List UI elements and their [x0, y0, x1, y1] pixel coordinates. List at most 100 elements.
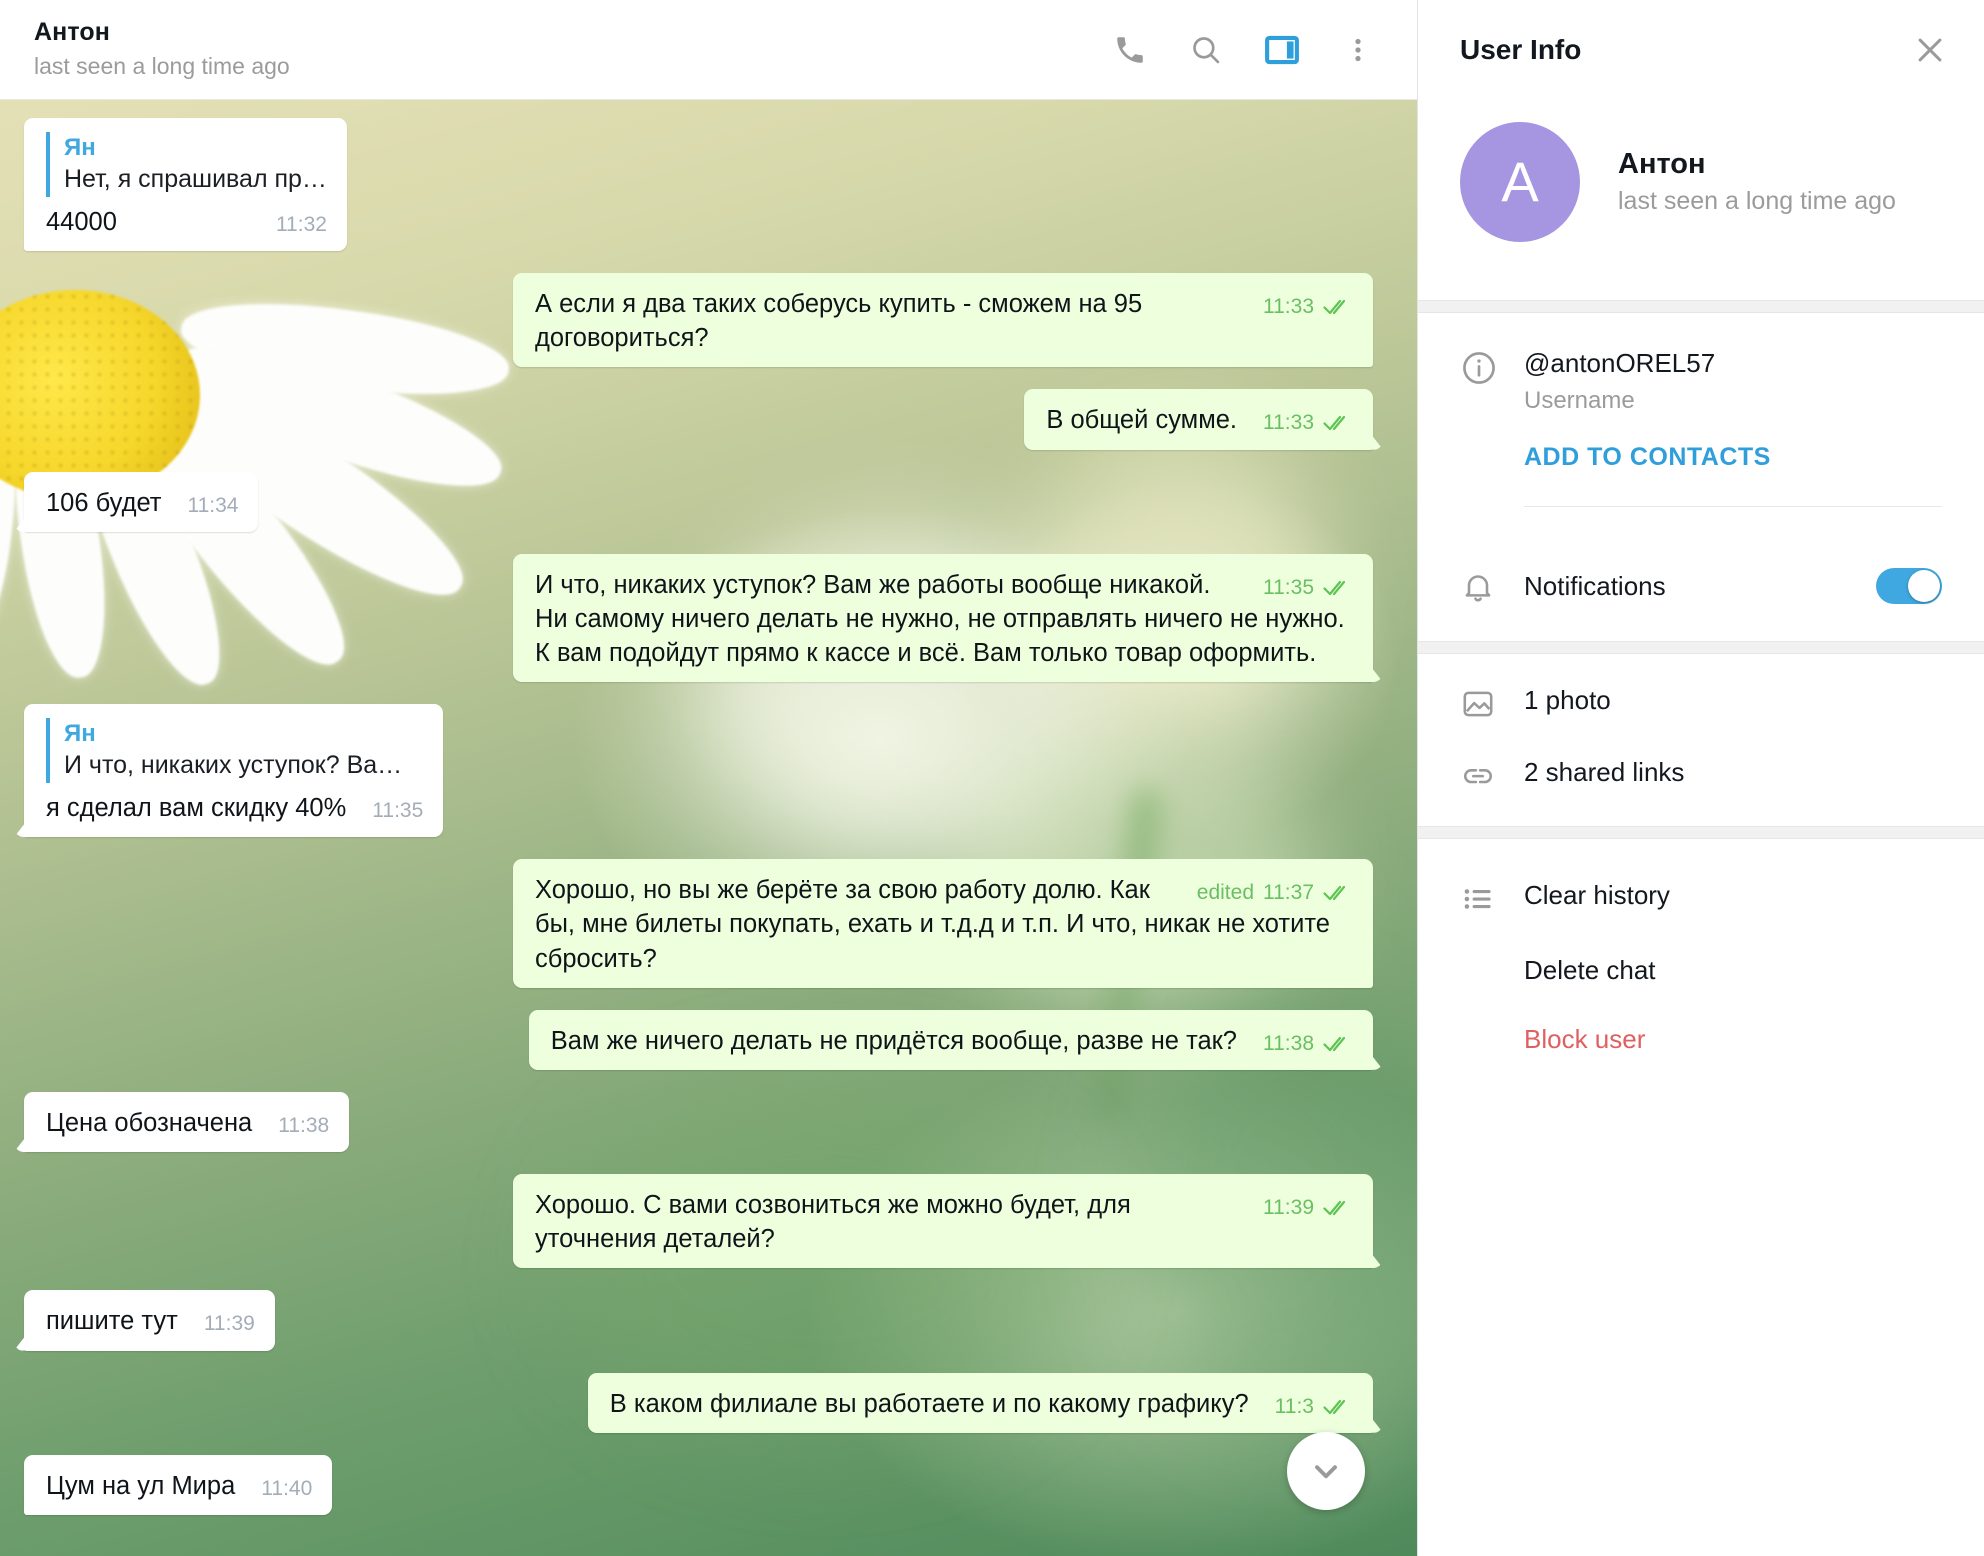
message-row[interactable]: Ян Нет, я спрашивал пр… 11:32 44000: [24, 118, 1373, 252]
photo-icon: [1460, 684, 1524, 722]
message-row[interactable]: 11:35 И что, никаких уступок? Вам же рабо…: [24, 553, 1373, 683]
message-meta: 11:3: [1275, 1393, 1353, 1421]
shared-media-section: 1 photo 2 shared links: [1418, 654, 1984, 826]
incoming-message-bubble[interactable]: 11:40 Цум на ул Мира: [24, 1454, 333, 1515]
outgoing-message-bubble[interactable]: 11:39 Хорошо. С вами созвониться же можно…: [513, 1174, 1373, 1269]
username-section: @antonOREL57 Username ADD TO CONTACTS: [1418, 313, 1984, 533]
delete-chat-button[interactable]: Delete chat: [1460, 955, 1942, 986]
incoming-message-bubble[interactable]: Ян И что, никаких уступок? Ва… 11:35 я сдел…: [24, 704, 444, 838]
panel-divider: [1418, 641, 1984, 655]
telegram-window: Антон last seen a long time ago Ян Нет, …: [0, 0, 1984, 1556]
outgoing-message-bubble[interactable]: 11:38 Вам же ничего делать не придётся во…: [528, 1009, 1373, 1070]
message-row[interactable]: 11:33 А если я два таких соберусь купить …: [24, 273, 1373, 368]
phone-icon[interactable]: [1107, 27, 1153, 73]
link-icon: [1460, 756, 1524, 794]
panel-divider: [1418, 826, 1984, 840]
reply-author: Ян: [64, 134, 96, 161]
message-row[interactable]: 11:33 В общей сумме.: [24, 389, 1373, 450]
add-to-contacts-button[interactable]: ADD TO CONTACTS: [1524, 443, 1942, 472]
message-text: А если я два таких соберусь купить - смо…: [535, 290, 1143, 353]
double-check-icon: [1323, 1035, 1353, 1053]
action-row-clear-history[interactable]: Clear history: [1460, 879, 1942, 917]
toggle-knob: [1908, 570, 1940, 603]
close-icon[interactable]: [1906, 26, 1954, 74]
message-meta: edited 11:37: [1197, 879, 1353, 907]
incoming-message-bubble[interactable]: 11:38 Цена обозначена: [24, 1091, 350, 1153]
chat-subtitle: last seen a long time ago: [34, 52, 290, 79]
more-vertical-icon[interactable]: [1335, 27, 1381, 73]
edited-label: edited: [1196, 881, 1254, 905]
message-text: Цум на ул Мира: [46, 1471, 236, 1500]
message-time: 11:38: [278, 1113, 330, 1137]
message-time: 11:33: [1263, 411, 1314, 435]
chat-header-titles[interactable]: Антон last seen a long time ago: [34, 17, 1107, 81]
message-meta: 11:38: [1263, 1030, 1353, 1058]
message-meta: 11:33: [1263, 293, 1353, 321]
reply-quote[interactable]: Ян Нет, я спрашивал пр…: [46, 132, 327, 197]
info-panel-header: User Info: [1418, 0, 1984, 100]
message-row[interactable]: 11:34 106 будет: [24, 471, 1373, 532]
outgoing-message-bubble[interactable]: 11:3 В каком филиале вы работаете и по ка…: [587, 1372, 1373, 1433]
reply-text: Нет, я спрашивал пр…: [64, 165, 327, 194]
message-text: В каком филиале вы работаете и по какому…: [609, 1389, 1249, 1418]
media-row-links[interactable]: 2 shared links: [1460, 756, 1942, 794]
message-time: 11:39: [203, 1312, 255, 1336]
clear-history-label[interactable]: Clear history: [1524, 879, 1670, 912]
message-row[interactable]: edited 11:37 Хорошо, но вы же берёте за с…: [24, 859, 1373, 988]
message-meta: 11:35: [1263, 574, 1353, 602]
incoming-message-bubble[interactable]: 11:34 106 будет: [24, 471, 259, 532]
message-time: 11:33: [1263, 295, 1314, 319]
message-meta: 11:35: [372, 797, 423, 825]
search-icon[interactable]: [1183, 27, 1229, 73]
message-row[interactable]: 11:39 пишите тут: [24, 1290, 1373, 1351]
scroll-to-bottom-button[interactable]: [1287, 1432, 1365, 1510]
chat-column: Антон last seen a long time ago Ян Нет, …: [0, 0, 1418, 1556]
chat-header: Антон last seen a long time ago: [0, 0, 1417, 100]
notifications-row[interactable]: Notifications: [1418, 533, 1984, 641]
message-time: 11:38: [1263, 1031, 1314, 1055]
message-row[interactable]: 11:3 В каком филиале вы работаете и по ка…: [24, 1372, 1373, 1433]
username-main: @antonOREL57 Username ADD TO CONTACTS: [1524, 347, 1942, 472]
incoming-message-bubble[interactable]: Ян Нет, я спрашивал пр… 11:32 44000: [24, 118, 347, 252]
outgoing-message-bubble[interactable]: 11:33 В общей сумме.: [1024, 389, 1373, 450]
section-rule: [1524, 506, 1942, 508]
avatar[interactable]: A: [1460, 122, 1580, 242]
info-panel-icon[interactable]: [1259, 27, 1305, 73]
message-meta: 11:34: [187, 492, 238, 520]
message-row[interactable]: 11:38 Вам же ничего делать не придётся во…: [24, 1009, 1373, 1070]
block-user-button[interactable]: Block user: [1460, 1024, 1942, 1055]
header-actions: [1107, 27, 1391, 73]
message-time: 11:40: [261, 1476, 313, 1500]
notifications-label: Notifications: [1524, 570, 1666, 601]
double-check-icon: [1323, 298, 1353, 316]
media-row-photos[interactable]: 1 photo: [1460, 684, 1942, 722]
outgoing-message-bubble[interactable]: 11:35 И что, никаких уступок? Вам же рабо…: [513, 553, 1373, 683]
message-time: 11:35: [372, 799, 424, 823]
double-check-icon: [1323, 884, 1353, 902]
message-meta: 11:40: [261, 1475, 312, 1503]
outgoing-message-bubble[interactable]: edited 11:37 Хорошо, но вы же берёте за с…: [513, 859, 1373, 988]
message-text: И что, никаких уступок? Вам же работы во…: [535, 570, 1345, 668]
message-text: пишите тут: [46, 1307, 178, 1336]
message-meta: 11:33: [1263, 409, 1353, 437]
incoming-message-bubble[interactable]: 11:39 пишите тут: [24, 1290, 275, 1351]
message-list[interactable]: Ян Нет, я спрашивал пр… 11:32 44000 11:33 А е…: [0, 100, 1417, 1556]
reply-quote[interactable]: Ян И что, никаких уступок? Ва…: [46, 718, 423, 784]
outgoing-message-bubble[interactable]: 11:33 А если я два таких соберусь купить …: [513, 273, 1373, 368]
profile-text: Антон last seen a long time ago: [1618, 148, 1896, 216]
bell-icon: [1460, 567, 1524, 605]
message-time: 11:34: [187, 493, 239, 517]
message-meta: 11:32: [276, 211, 327, 239]
message-time: 11:35: [1263, 575, 1314, 599]
username-row[interactable]: @antonOREL57 Username ADD TO CONTACTS: [1460, 347, 1942, 472]
media-photos-label: 1 photo: [1524, 685, 1611, 716]
message-row[interactable]: 11:38 Цена обозначена: [24, 1091, 1373, 1153]
message-row[interactable]: 11:40 Цум на ул Мира: [24, 1454, 1373, 1515]
message-row[interactable]: 11:39 Хорошо. С вами созвониться же можно…: [24, 1174, 1373, 1269]
panel-divider: [1418, 300, 1984, 313]
notifications-toggle[interactable]: [1876, 568, 1942, 605]
message-time: 11:37: [1263, 881, 1314, 905]
message-row[interactable]: Ян И что, никаких уступок? Ва… 11:35 я сдел…: [24, 704, 1373, 838]
message-time: 11:3: [1274, 1394, 1314, 1418]
username-value[interactable]: @antonOREL57: [1524, 347, 1942, 380]
